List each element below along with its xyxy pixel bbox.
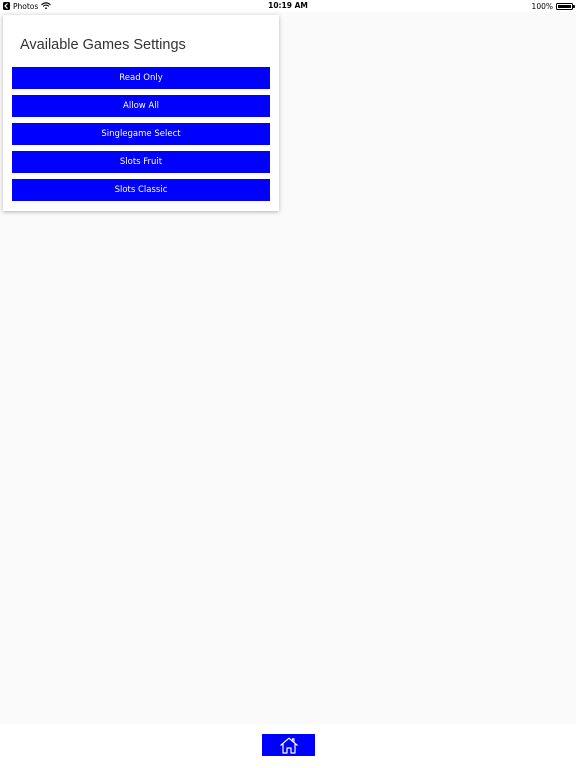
card-title: Available Games Settings bbox=[20, 37, 186, 53]
slots-classic-button[interactable]: Slots Classic bbox=[12, 179, 270, 201]
allow-all-button[interactable]: Allow All bbox=[12, 95, 270, 117]
singlegame-select-button[interactable]: Singlegame Select bbox=[12, 123, 270, 145]
battery-percent: 100% bbox=[531, 1, 553, 11]
home-button[interactable] bbox=[262, 734, 315, 756]
home-icon bbox=[279, 737, 299, 754]
screen: Photos 10:19 AM 100% Available Games Set… bbox=[0, 0, 576, 768]
bottom-bar bbox=[0, 724, 576, 768]
read-only-button[interactable]: Read Only bbox=[12, 67, 270, 89]
status-right: 100% bbox=[531, 1, 575, 11]
available-games-settings-card: Available Games Settings Read Only Allow… bbox=[3, 15, 279, 211]
battery-tip bbox=[573, 5, 575, 8]
status-bar: Photos 10:19 AM 100% bbox=[0, 0, 576, 12]
battery-icon bbox=[556, 2, 575, 10]
battery-fill bbox=[558, 4, 571, 8]
status-time: 10:19 AM bbox=[268, 1, 308, 10]
slots-fruit-button[interactable]: Slots Fruit bbox=[12, 151, 270, 173]
